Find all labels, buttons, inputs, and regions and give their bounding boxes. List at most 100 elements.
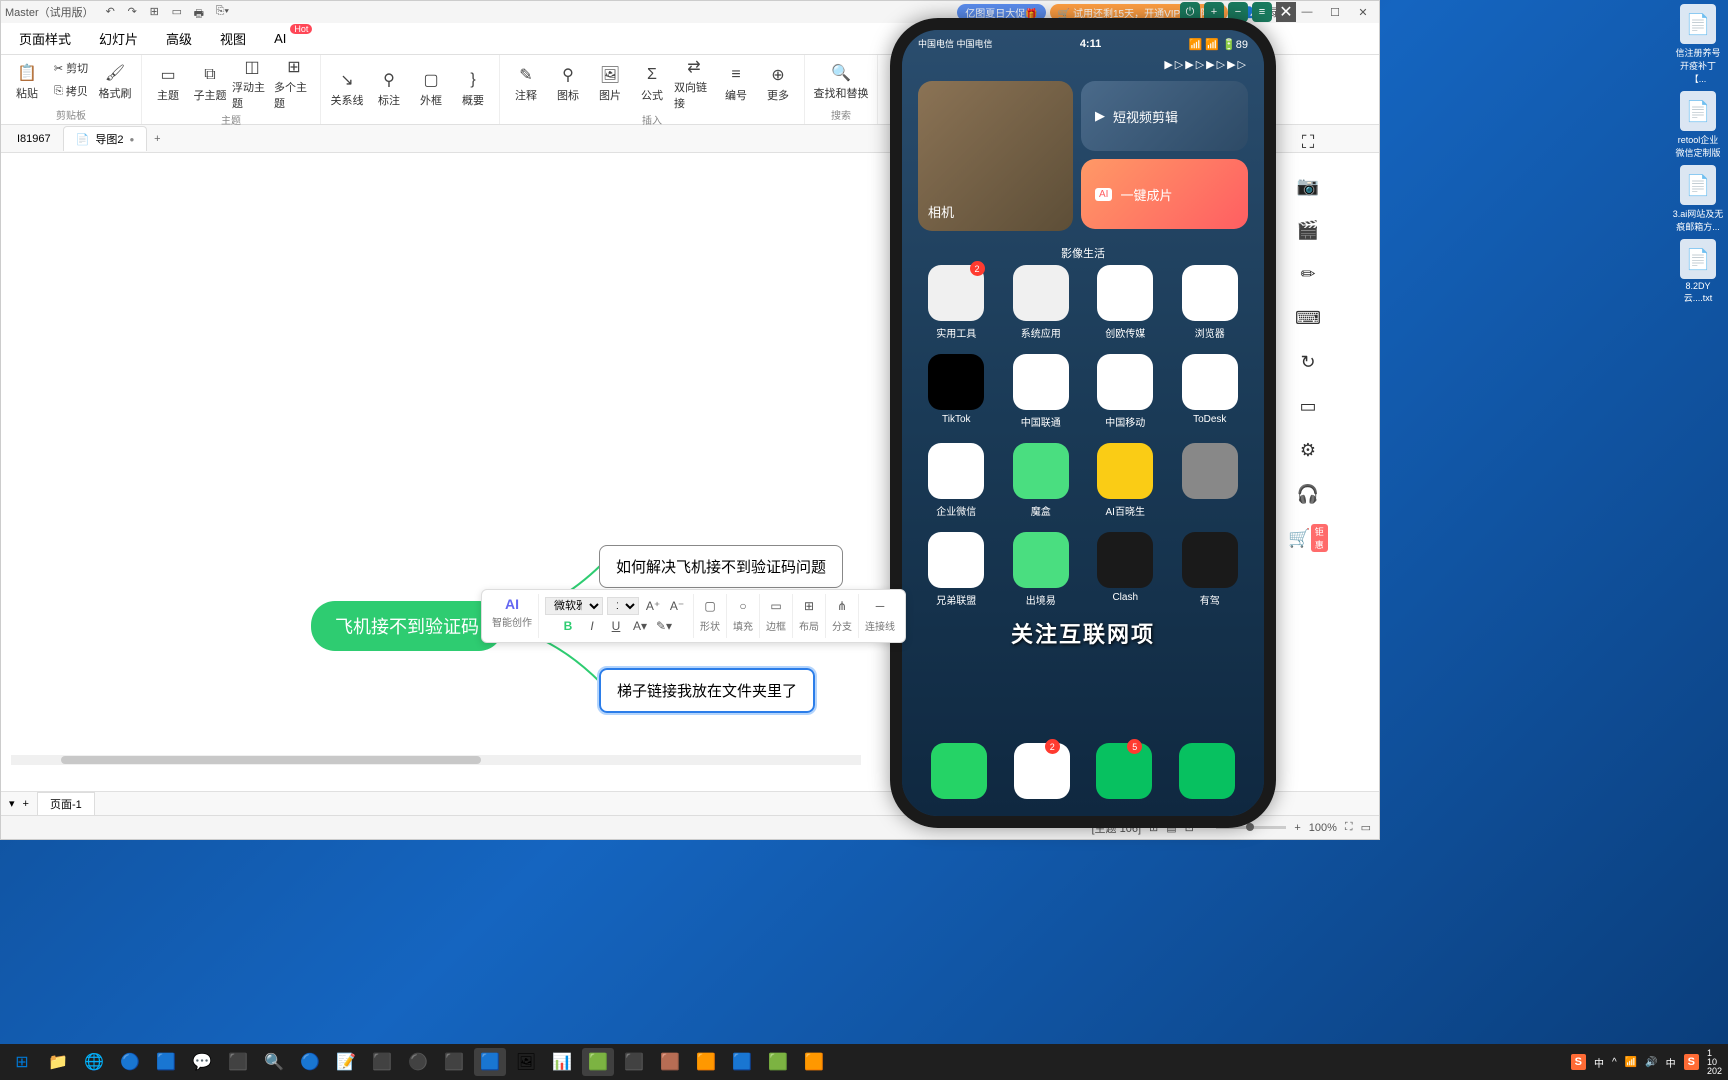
zoom-thumb[interactable] <box>1246 823 1254 831</box>
ft-layout[interactable]: ⊞布局 <box>793 594 826 638</box>
mindmap-node-1[interactable]: 如何解决飞机接不到验证码问题 <box>599 545 843 588</box>
cut-button[interactable]: ✂剪切 <box>49 57 93 79</box>
desktop-icon-3[interactable]: 📄8.2DY云....txt <box>1672 239 1724 304</box>
tb-app15-icon[interactable]: 🟦 <box>726 1048 758 1076</box>
multi-topic-button[interactable]: ⊞多个主题 <box>274 57 314 111</box>
ft-branch[interactable]: ⋔分支 <box>826 594 859 638</box>
comment-button[interactable]: ✎注释 <box>506 57 546 111</box>
dock-qq-icon[interactable]: 2 <box>1014 743 1070 799</box>
zoom-value[interactable]: 100% <box>1309 822 1337 834</box>
relation-button[interactable]: ↘关系线 <box>327 57 367 121</box>
phone-screen[interactable]: 中国电信 中国电信 4:11 📶 📶 🔋89 ▶▷▶▷▶▷▶▷ 相机 ▶短视频剪… <box>902 30 1264 816</box>
dock-wechat-icon[interactable]: 5 <box>1096 743 1152 799</box>
callout-button[interactable]: ⚲标注 <box>369 57 409 121</box>
ime-indicator[interactable]: S <box>1571 1054 1586 1070</box>
add-tab-button[interactable]: + <box>147 133 167 145</box>
tb-app6-icon[interactable]: ⬛ <box>366 1048 398 1076</box>
ft-shape[interactable]: ▢形状 <box>694 594 727 638</box>
tab-2[interactable]: 📄 导图2 ● <box>63 126 148 151</box>
tray-lang-icon[interactable]: 中 <box>1666 1055 1676 1070</box>
print-icon[interactable]: 🖶 <box>194 5 208 19</box>
phone-app-4[interactable]: TikTok <box>918 354 995 429</box>
collapse-icon[interactable]: ▭ <box>1361 821 1371 834</box>
phone-app-0[interactable]: 2实用工具 <box>918 265 995 340</box>
tb-app8-icon[interactable]: ⬛ <box>438 1048 470 1076</box>
video-edit-widget[interactable]: ▶短视频剪辑 <box>1081 81 1248 151</box>
tb-app17-icon[interactable]: 🟧 <box>798 1048 830 1076</box>
close-icon[interactable]: ✕ <box>1351 3 1375 21</box>
phone-menu-icon[interactable]: ≡ <box>1252 2 1272 22</box>
tb-wechat-icon[interactable]: 💬 <box>186 1048 218 1076</box>
boundary-button[interactable]: ▢外框 <box>411 57 451 121</box>
font-family-select[interactable]: 微软雅黑 <box>545 597 603 615</box>
desktop-icon-2[interactable]: 📄3.ai网站及无 痕邮箱方... <box>1673 165 1724 233</box>
tab-1[interactable]: I81967 <box>5 129 63 149</box>
start-button[interactable]: ⊞ <box>6 1048 38 1076</box>
expand-icon[interactable]: ⛶ <box>1296 130 1320 154</box>
tb-mindmaster-icon[interactable]: 🟩 <box>582 1048 614 1076</box>
tb-app1-icon[interactable]: 🟦 <box>150 1048 182 1076</box>
ft-border[interactable]: ▭边框 <box>760 594 793 638</box>
tb-app4-icon[interactable]: 🔵 <box>294 1048 326 1076</box>
mindmap-center-node[interactable]: 飞机接不到验证码 <box>311 601 503 651</box>
find-button[interactable]: 🔍查找和替换 <box>811 57 871 106</box>
tray-clock[interactable]: 1 10 202 <box>1707 1049 1722 1076</box>
phone-app-15[interactable]: 有驾 <box>1172 532 1249 607</box>
phone-app-1[interactable]: 系统应用 <box>1003 265 1080 340</box>
ft-connector[interactable]: ─连接线 <box>859 594 901 638</box>
subtopic-button[interactable]: ⧉子主题 <box>190 57 230 111</box>
topic-button[interactable]: ▭主题 <box>148 57 188 111</box>
tb-app3-icon[interactable]: 🔍 <box>258 1048 290 1076</box>
maximize-icon[interactable]: ☐ <box>1323 3 1347 21</box>
tray-up-icon[interactable]: ^ <box>1612 1057 1617 1068</box>
tb-app9-icon[interactable]: 🟦 <box>474 1048 506 1076</box>
horizontal-scrollbar[interactable] <box>11 755 861 765</box>
desktop-icon-0[interactable]: 📄信注册养号 开疫补丁【... <box>1672 4 1724 85</box>
tb-app5-icon[interactable]: 📝 <box>330 1048 362 1076</box>
menu-slideshow[interactable]: 幻灯片 <box>85 24 152 53</box>
number-button[interactable]: ≡编号 <box>716 57 756 111</box>
phone-app-12[interactable]: 兄弟联盟 <box>918 532 995 607</box>
record-icon[interactable]: 🎬 <box>1296 218 1320 242</box>
draw-icon[interactable]: ✏ <box>1296 262 1320 286</box>
headset-icon[interactable]: 🎧 <box>1296 482 1320 506</box>
tb-app2-icon[interactable]: ⬛ <box>222 1048 254 1076</box>
ime-indicator-2[interactable]: S <box>1684 1054 1699 1070</box>
scroll-thumb[interactable] <box>61 756 481 764</box>
tb-app10-icon[interactable]: 🖼 <box>510 1048 542 1076</box>
export-icon[interactable]: ⎘▾ <box>216 5 230 19</box>
font-color-button[interactable]: A▾ <box>630 616 650 636</box>
rotate-icon[interactable]: ↻ <box>1296 350 1320 374</box>
undo-icon[interactable]: ↶ <box>106 5 120 19</box>
cart-icon[interactable]: 🛒钜惠 <box>1296 526 1320 550</box>
bold-button[interactable]: B <box>558 616 578 636</box>
phone-app-11[interactable] <box>1172 443 1249 518</box>
menu-ai[interactable]: AI Hot <box>260 26 300 51</box>
add-page-button[interactable]: + <box>23 798 29 810</box>
summary-button[interactable]: }概要 <box>453 57 493 121</box>
dock-wechat2-icon[interactable] <box>1179 743 1235 799</box>
underline-button[interactable]: U <box>606 616 626 636</box>
ime-lang[interactable]: 中 <box>1594 1055 1604 1070</box>
phone-app-6[interactable]: 中国移动 <box>1087 354 1164 429</box>
zoom-in-button[interactable]: + <box>1294 822 1300 834</box>
tb-chrome-icon[interactable]: 🔵 <box>114 1048 146 1076</box>
highlight-button[interactable]: ✎▾ <box>654 616 674 636</box>
phone-app-7[interactable]: ToDesk <box>1172 354 1249 429</box>
phone-app-8[interactable]: 企业微信 <box>918 443 995 518</box>
tb-app12-icon[interactable]: ⬛ <box>618 1048 650 1076</box>
keyboard-icon[interactable]: ⌨ <box>1296 306 1320 330</box>
menu-view[interactable]: 视图 <box>206 24 260 53</box>
icon-button[interactable]: ⚲图标 <box>548 57 588 111</box>
menu-advanced[interactable]: 高级 <box>152 24 206 53</box>
phone-app-14[interactable]: Clash <box>1087 532 1164 607</box>
ft-ai[interactable]: AI 智能创作 <box>486 594 539 638</box>
minimize-icon[interactable]: — <box>1295 3 1319 21</box>
phone-app-3[interactable]: 浏览器 <box>1172 265 1249 340</box>
phone-app-2[interactable]: 创欧传媒 <box>1087 265 1164 340</box>
font-size-select[interactable]: 14 <box>607 597 639 615</box>
fullscreen-icon[interactable]: ⛶ <box>1345 821 1353 834</box>
page-tab-1[interactable]: 页面-1 <box>37 792 95 816</box>
tb-app14-icon[interactable]: 🟧 <box>690 1048 722 1076</box>
tb-explorer-icon[interactable]: 📁 <box>42 1048 74 1076</box>
